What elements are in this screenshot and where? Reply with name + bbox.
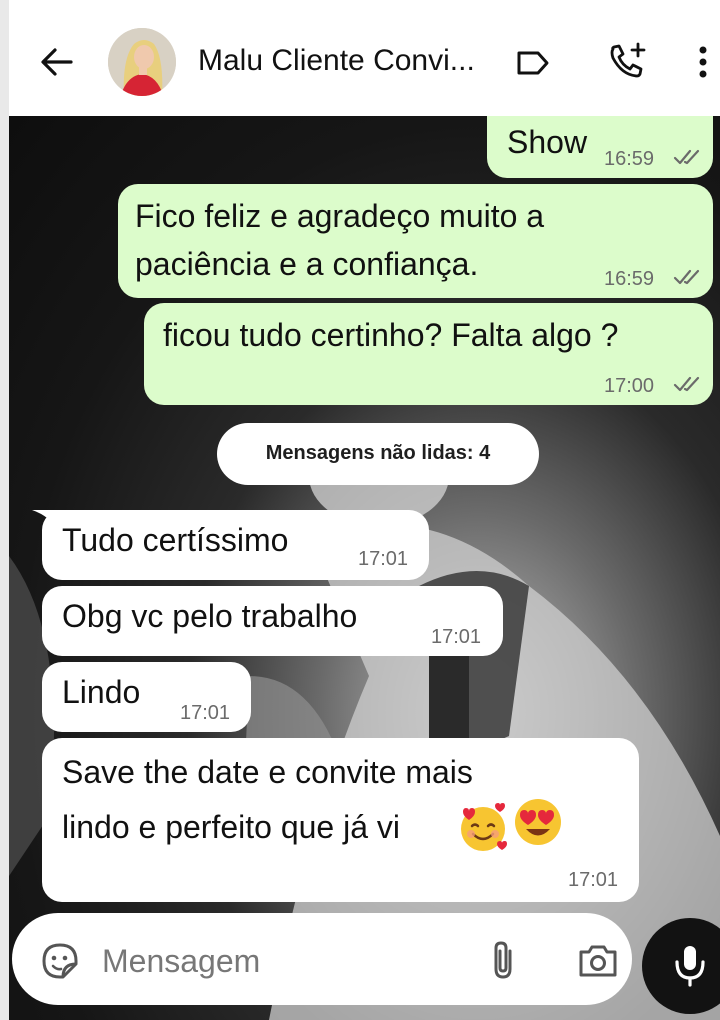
incoming-message[interactable]: Lindo 17:01 — [42, 662, 251, 732]
attach-button[interactable] — [486, 939, 520, 981]
read-double-tick-icon — [673, 149, 700, 165]
smiling-face-with-hearts-icon — [461, 803, 507, 851]
message-text: Save the date e convite mais — [62, 754, 473, 790]
message-text: lindo e perfeito que já vi — [62, 809, 400, 845]
unread-messages-divider: Mensagens não lidas: 4 — [217, 423, 539, 485]
message-text: ficou tudo certinho? Falta algo ? — [163, 317, 619, 353]
message-text: Fico feliz e agradeço muito a — [135, 198, 545, 234]
incoming-message[interactable]: Tudo certíssimo 17:01 — [42, 510, 429, 580]
add-call-icon — [610, 42, 646, 78]
message-time: 17:01 — [358, 548, 409, 570]
left-page-edge — [0, 0, 9, 1020]
outgoing-message[interactable]: ficou tudo certinho? Falta algo ? 17:00 — [144, 303, 713, 405]
message-text: Obg vc pelo trabalho — [62, 598, 358, 634]
heart-eyes-icon — [515, 799, 561, 845]
message-time: 17:01 — [431, 626, 482, 648]
more-options-button[interactable] — [691, 40, 715, 84]
outgoing-message[interactable]: Fico feliz e agradeço muito a paciência … — [118, 184, 713, 298]
more-vert-icon — [699, 46, 707, 78]
message-composer: Mensagem — [12, 913, 632, 1005]
mic-icon — [675, 946, 705, 987]
voice-message-button[interactable] — [642, 918, 720, 1014]
read-double-tick-icon — [673, 269, 700, 285]
sticker-button[interactable] — [41, 942, 79, 980]
label-icon — [517, 51, 549, 75]
incoming-message[interactable]: Obg vc pelo trabalho 17:01 — [42, 586, 503, 656]
message-time: 17:00 — [604, 375, 655, 397]
incoming-message[interactable]: Save the date e convite mais lindo e per… — [42, 738, 639, 902]
chat-header: Malu Cliente Convi... — [9, 0, 720, 116]
message-time: 17:01 — [180, 702, 231, 724]
message-input[interactable]: Mensagem — [102, 943, 260, 980]
chat-area[interactable]: Show 16:59 Fico feliz e agradeço muito a… — [9, 116, 720, 1020]
avatar[interactable] — [108, 28, 176, 96]
message-text: Show — [507, 124, 588, 160]
label-button[interactable] — [515, 46, 551, 80]
message-time: 16:59 — [604, 268, 655, 290]
back-button[interactable] — [37, 42, 77, 82]
outgoing-message[interactable]: Show 16:59 — [487, 116, 713, 178]
sticker-icon — [42, 943, 78, 979]
message-time: 17:01 — [568, 869, 619, 891]
message-time: 16:59 — [604, 148, 655, 170]
message-text: paciência e a confiança. — [135, 246, 479, 282]
attach-icon — [494, 941, 512, 979]
read-double-tick-icon — [673, 376, 700, 392]
message-text: Tudo certíssimo — [62, 522, 289, 558]
unread-messages-label: Mensagens não lidas: 4 — [265, 442, 491, 464]
add-call-button[interactable] — [605, 40, 649, 84]
avatar-image — [108, 28, 176, 96]
back-arrow-icon — [41, 48, 73, 76]
message-text: Lindo — [62, 674, 141, 710]
contact-name[interactable]: Malu Cliente Convi... — [198, 44, 475, 78]
camera-icon — [579, 945, 617, 977]
camera-button[interactable] — [576, 941, 620, 981]
